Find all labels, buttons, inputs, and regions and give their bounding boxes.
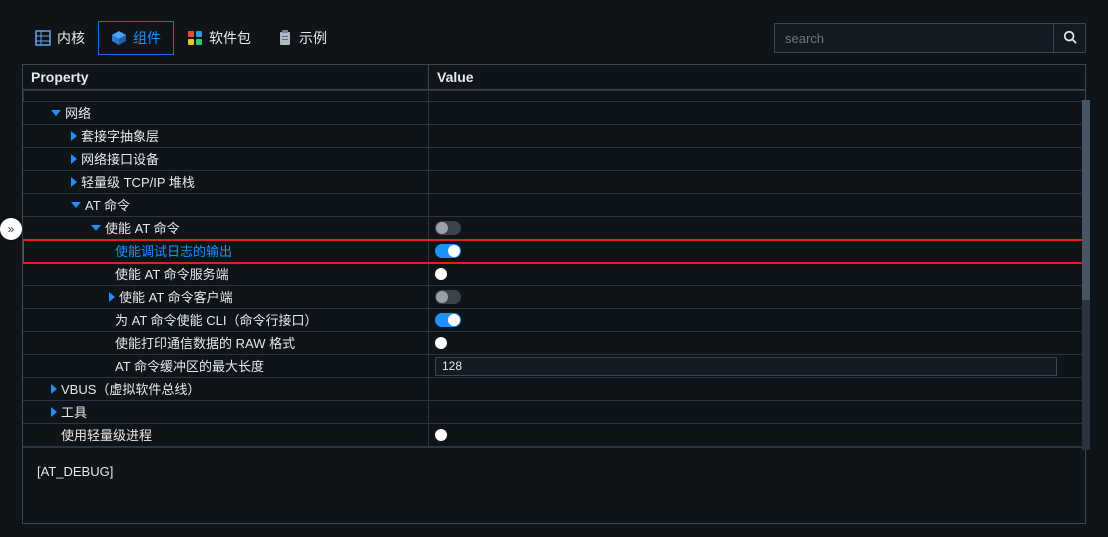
search-wrap [774,23,1086,53]
row-enable-at-client[interactable]: 使能 AT 命令客户端 [23,286,1085,309]
search-icon [1063,30,1077,47]
search-button[interactable] [1054,23,1086,53]
chevron-right-icon [71,131,77,141]
apps-icon [187,30,203,46]
toggle-enable-debug-log[interactable] [435,244,461,258]
tab-components-label: 组件 [133,28,161,48]
scrollbar-thumb[interactable] [1082,100,1090,300]
row-enable-debug-log[interactable]: 使能调试日志的输出 [23,240,1085,263]
header-value: Value [429,65,1085,89]
tab-examples[interactable]: 示例 [264,21,340,55]
row-enable-raw[interactable]: 使能打印通信数据的 RAW 格式 [23,332,1085,355]
row-at-cmd[interactable]: AT 命令 [23,194,1085,217]
tab-packages-label: 软件包 [209,28,251,48]
row-tools[interactable]: 工具 [23,401,1085,424]
row-network[interactable]: 网络 [23,102,1085,125]
tab-kernel[interactable]: 内核 [22,21,98,55]
tab-kernel-label: 内核 [57,28,85,48]
chevron-down-icon [71,202,81,208]
row-net-if[interactable]: 网络接口设备 [23,148,1085,171]
cube-icon [111,30,127,46]
side-expand-handle[interactable]: » [0,218,22,240]
chevron-down-icon [51,110,61,116]
chevron-right-icon [51,407,57,417]
tab-examples-label: 示例 [299,28,327,48]
toggle-enable-at-client[interactable] [435,290,461,304]
row-lwip[interactable]: 轻量级 TCP/IP 堆栈 [23,171,1085,194]
truncated-row [23,90,1085,102]
tab-components[interactable]: 组件 [98,21,174,55]
row-vbus[interactable]: VBUS（虚拟软件总线） [23,378,1085,401]
clipboard-icon [277,30,293,46]
tab-bar: 内核 组件 软件包 示例 [22,20,1086,56]
description-area: [AT_DEBUG] [23,447,1085,523]
chevron-right-icon [109,292,115,302]
row-enable-at[interactable]: 使能 AT 命令 [23,217,1085,240]
config-panel: Property Value 网络 套接字抽象层 [22,64,1086,524]
tab-packages[interactable]: 软件包 [174,21,264,55]
row-buf-len[interactable]: AT 命令缓冲区的最大长度 [23,355,1085,378]
radio-enable-at-server[interactable] [435,268,447,280]
chevrons-right-icon: » [8,222,15,236]
chevron-right-icon [71,177,77,187]
input-buf-len[interactable] [435,357,1057,376]
description-text: [AT_DEBUG] [37,464,113,479]
chevron-down-icon [91,225,101,231]
row-enable-at-server[interactable]: 使能 AT 命令服务端 [23,263,1085,286]
row-socket-abs[interactable]: 套接字抽象层 [23,125,1085,148]
chevron-right-icon [51,384,57,394]
table-header: Property Value [23,65,1085,90]
toggle-enable-cli[interactable] [435,313,461,327]
row-lwp[interactable]: 使用轻量级进程 [23,424,1085,447]
scrollbar-vertical[interactable] [1082,100,1090,450]
toggle-enable-at[interactable] [435,221,461,235]
radio-lwp[interactable] [435,429,447,441]
row-enable-cli[interactable]: 为 AT 命令使能 CLI（命令行接口） [23,309,1085,332]
radio-enable-raw[interactable] [435,337,447,349]
chevron-right-icon [71,154,77,164]
grid-icon [35,30,51,46]
header-property: Property [23,65,429,89]
search-input[interactable] [774,23,1054,53]
tree-rows: 网络 套接字抽象层 网络接口设备 [23,90,1085,523]
